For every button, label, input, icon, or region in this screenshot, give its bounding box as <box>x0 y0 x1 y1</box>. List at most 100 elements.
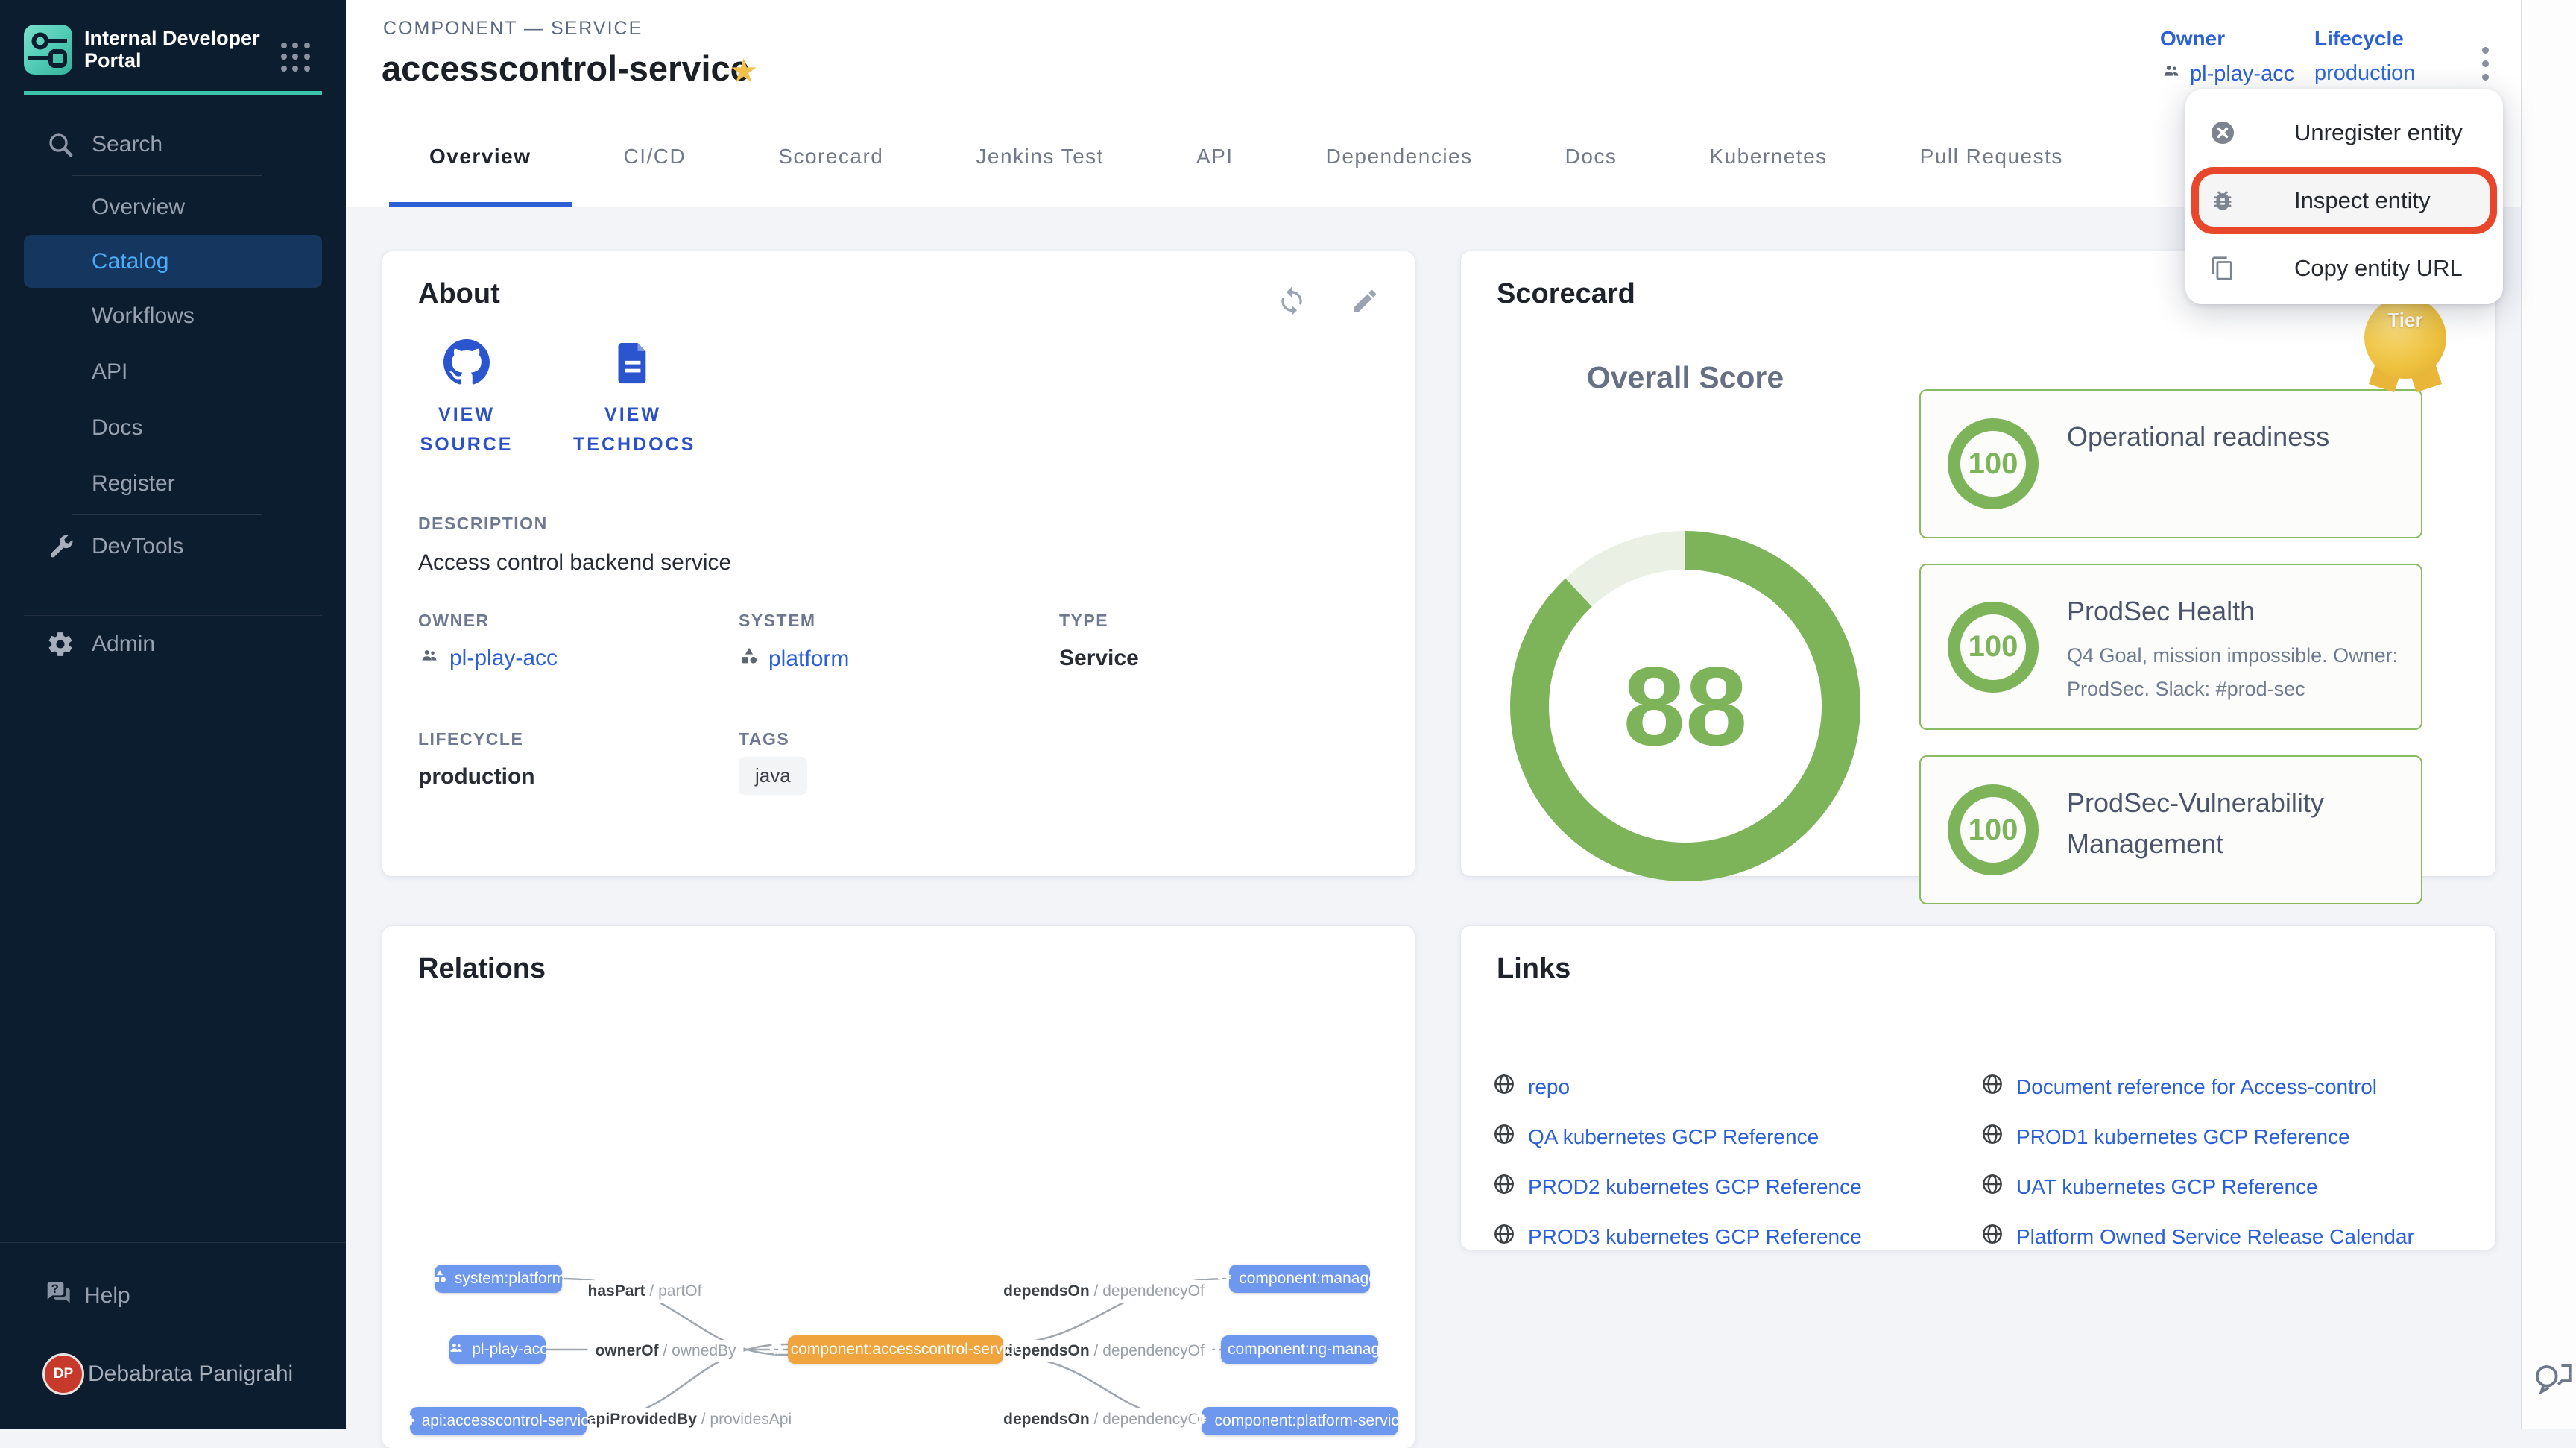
refresh-icon[interactable] <box>1275 284 1309 318</box>
external-link[interactable]: PROD1 kubernetes GCP Reference <box>1980 1122 2469 1151</box>
edit-pencil-icon[interactable] <box>1348 284 1382 318</box>
owner-link[interactable]: pl-play-acc <box>2190 62 2294 86</box>
tab[interactable]: Kubernetes <box>1663 107 1873 207</box>
relation-node[interactable]: component:ng-manager <box>1221 1335 1378 1364</box>
external-link-label: QA kubernetes GCP Reference <box>1528 1125 1819 1149</box>
external-link[interactable]: UAT kubernetes GCP Reference <box>1980 1172 2469 1201</box>
menu-item-icon <box>2209 187 2236 214</box>
sidebar-user[interactable]: DP Debabrata Panigrahi <box>0 1346 346 1402</box>
view-source-button[interactable]: VIEW SOURCE <box>418 339 515 459</box>
sidebar-item[interactable]: Register <box>0 456 346 511</box>
tab-label: Pull Requests <box>1920 145 2063 169</box>
sidebar-item-label: API <box>92 359 127 385</box>
sidebar-item-help[interactable]: ? Help <box>0 1268 346 1323</box>
sidebar: Internal Developer Portal Search Overvie… <box>0 0 346 1429</box>
tab[interactable]: API <box>1150 107 1280 207</box>
relation-node[interactable]: pl-play-acc <box>449 1335 546 1364</box>
people-icon <box>418 646 441 671</box>
sidebar-item[interactable]: Docs <box>0 400 346 456</box>
owner-field-label: OWNER <box>418 611 739 631</box>
links-title: Links <box>1497 953 1570 985</box>
relation-edges <box>382 926 1415 1448</box>
external-link[interactable]: Platform Owned Service Release Calendar <box>1980 1222 2469 1251</box>
tab[interactable]: Pull Requests <box>1874 107 2109 207</box>
menu-item[interactable]: Inspect entity <box>2191 167 2497 234</box>
sidebar-item-icon <box>43 355 78 389</box>
scorecard-item[interactable]: 100 ProdSec Health Q4 Goal, mission impo… <box>1919 564 2422 730</box>
owner-field-link[interactable]: pl-play-acc <box>449 646 558 671</box>
sidebar-item[interactable]: Search <box>0 116 346 172</box>
relation-node[interactable]: system:platform <box>435 1265 562 1293</box>
user-avatar: DP <box>42 1353 84 1395</box>
external-link[interactable]: PROD2 kubernetes GCP Reference <box>1492 1172 1980 1201</box>
svg-text:?: ? <box>51 1282 59 1296</box>
relation-node[interactable]: component:accesscontrol-service <box>788 1335 1003 1364</box>
edge-label: ownerOf / ownedBy <box>587 1340 743 1362</box>
menu-item-label: Unregister entity <box>2294 119 2463 146</box>
tab[interactable]: Dependencies <box>1280 107 1519 207</box>
sidebar-item[interactable]: DevTools <box>0 518 346 574</box>
relation-node-icon <box>432 1268 448 1289</box>
globe-icon <box>1492 1072 1516 1101</box>
scrollbar-gutter[interactable] <box>2521 0 2576 1429</box>
tab[interactable]: Docs <box>1519 107 1664 207</box>
menu-item[interactable]: Copy entity URL <box>2185 234 2503 303</box>
tab[interactable]: Scorecard <box>732 107 929 207</box>
relation-node[interactable]: component:platform-service <box>1202 1407 1398 1435</box>
external-link-label: Platform Owned Service Release Calendar <box>2016 1225 2414 1249</box>
sidebar-item[interactable]: Catalog <box>24 235 322 288</box>
external-link[interactable]: PROD3 kubernetes GCP Reference <box>1492 1222 1980 1251</box>
scorecard-item[interactable]: 100 Operational readiness <box>1919 389 2422 538</box>
relation-node-label: pl-play-acc <box>472 1341 548 1359</box>
menu-item-icon <box>2209 255 2236 282</box>
tag-chip[interactable]: java <box>739 757 807 795</box>
relation-node[interactable]: api:accesscontrol-service <box>410 1407 587 1435</box>
apps-grid-icon[interactable] <box>281 43 311 72</box>
globe-icon <box>1980 1222 2004 1251</box>
support-chat-icon[interactable] <box>2531 1359 2574 1402</box>
sidebar-item[interactable]: API <box>0 344 346 400</box>
sidebar-item-icon <box>43 467 78 501</box>
scorecard-item[interactable]: 100 ProdSec-Vulnerability Management <box>1919 755 2422 904</box>
type-field-label: TYPE <box>1059 611 1380 631</box>
sidebar-item[interactable]: Overview <box>0 179 346 235</box>
sidebar-item-label: Docs <box>92 415 142 441</box>
tab[interactable]: CI/CD <box>578 107 733 207</box>
sidebar-item-icon <box>67 245 101 279</box>
sidebar-item-icon <box>43 529 78 564</box>
portal-title: Internal Developer Portal <box>84 27 271 72</box>
external-link-label: UAT kubernetes GCP Reference <box>2016 1175 2318 1199</box>
view-techdocs-label: VIEW TECHDOCS <box>573 400 692 459</box>
external-link-label: PROD3 kubernetes GCP Reference <box>1528 1225 1862 1249</box>
tab[interactable]: Jenkins Test <box>929 107 1150 207</box>
external-link-label: repo <box>1528 1075 1570 1099</box>
globe-icon <box>1980 1122 2004 1151</box>
lifecycle-field-label: LIFECYCLE <box>418 729 739 749</box>
about-title: About <box>418 278 500 310</box>
tab[interactable]: Overview <box>383 107 578 207</box>
links-column-2: Document reference for Access-control PR… <box>1980 1072 2469 1251</box>
menu-item-label: Copy entity URL <box>2294 255 2463 282</box>
links-column-1: repo QA kubernetes GCP Reference PROD2 k… <box>1492 1072 1980 1251</box>
relation-node[interactable]: component:manager <box>1229 1265 1370 1293</box>
favorite-star-icon[interactable]: ★ <box>729 52 758 90</box>
sidebar-item[interactable]: Workflows <box>0 288 346 344</box>
tags-field-label: TAGS <box>739 729 1059 749</box>
sidebar-item-icon <box>43 411 78 445</box>
external-link[interactable]: repo <box>1492 1072 1980 1101</box>
sidebar-item-icon <box>43 627 78 661</box>
scorecard-title: Scorecard <box>1497 278 1635 310</box>
globe-icon <box>1492 1122 1516 1151</box>
relations-graph: hasPart / partOf ownerOf / ownedBy apiPr… <box>382 926 1415 1448</box>
menu-item[interactable]: Unregister entity <box>2185 98 2503 167</box>
tab-label: Dependencies <box>1326 145 1473 169</box>
system-field-link[interactable]: platform <box>768 646 849 672</box>
relation-node-label: component:platform-service <box>1214 1412 1407 1430</box>
globe-icon <box>1492 1172 1516 1201</box>
more-options-kebab-icon[interactable] <box>2469 39 2501 88</box>
sidebar-item-icon <box>43 299 78 333</box>
external-link[interactable]: QA kubernetes GCP Reference <box>1492 1122 1980 1151</box>
view-techdocs-button[interactable]: VIEW TECHDOCS <box>573 339 692 459</box>
external-link[interactable]: Document reference for Access-control <box>1980 1072 2469 1101</box>
sidebar-item[interactable]: Admin <box>0 616 346 672</box>
